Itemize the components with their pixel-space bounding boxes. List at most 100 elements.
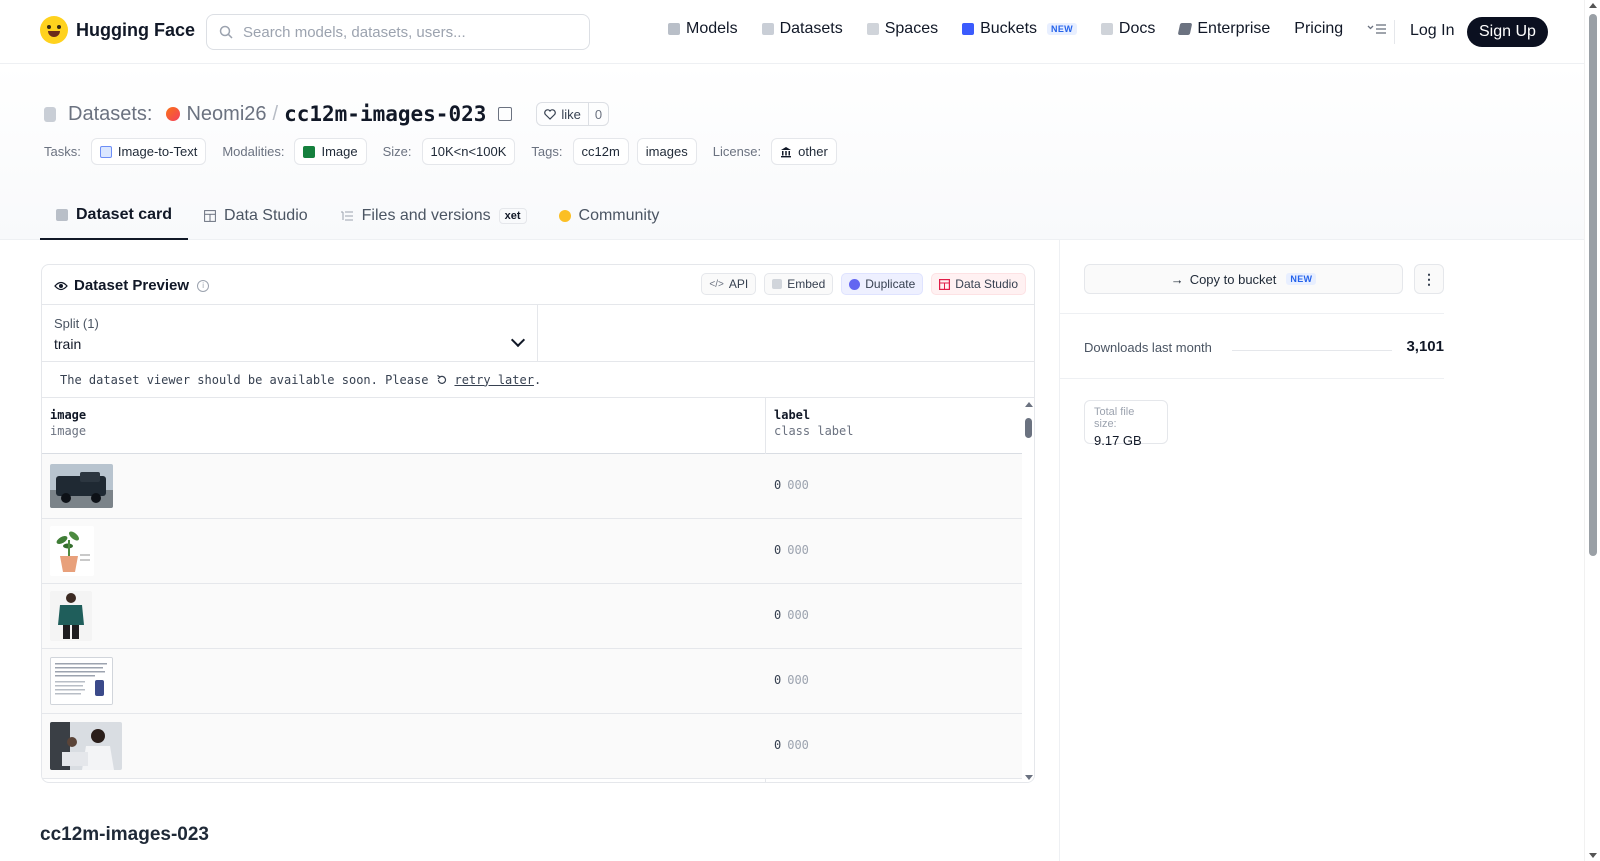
viewer-notice: The dataset viewer should be available s… (42, 362, 1034, 398)
label-id: 0 (774, 738, 782, 752)
tags-label: Tags: (531, 144, 563, 159)
row-thumbnail[interactable] (50, 722, 122, 770)
login-link[interactable]: Log In (1410, 22, 1454, 40)
table-row[interactable]: 0 000 (42, 714, 1022, 779)
tab-data-studio-label: Data Studio (224, 207, 308, 224)
nav-buckets-label: Buckets (980, 20, 1038, 37)
notice-end: . (533, 372, 542, 387)
api-button[interactable]: </> API (701, 273, 757, 295)
search-icon (219, 25, 233, 39)
nav-docs[interactable]: Docs (1100, 20, 1155, 38)
task-chip[interactable]: Image-to-Text (90, 138, 207, 165)
nav-pricing[interactable]: Pricing (1294, 20, 1343, 38)
copy-to-bucket-button[interactable]: → Copy to bucket NEW (1084, 264, 1403, 294)
tag-chip-cc12m[interactable]: cc12m (572, 138, 629, 165)
table-icon (204, 210, 216, 222)
nav-models[interactable]: Models (668, 20, 738, 38)
window-scroll-up-icon[interactable] (1589, 3, 1597, 8)
tab-community[interactable]: Community (543, 192, 676, 240)
bank-icon (781, 146, 792, 157)
nav-enterprise[interactable]: Enterprise (1178, 20, 1270, 38)
row-thumbnail[interactable] (50, 526, 94, 576)
eye-icon (54, 281, 68, 290)
menu-icon (1367, 24, 1387, 34)
duplicate-button[interactable]: Duplicate (841, 273, 924, 295)
table-row[interactable]: 0 000 (42, 519, 1022, 584)
window-scroll-down-icon[interactable] (1589, 853, 1597, 858)
scroll-down-icon[interactable] (1025, 775, 1033, 780)
total-size-label: Total file size: (1094, 406, 1135, 430)
row-thumbnail[interactable] (50, 591, 92, 641)
table-row[interactable]: 0 000 (42, 584, 1022, 649)
tag-chip-images[interactable]: images (636, 138, 697, 165)
datasets-icon (761, 23, 774, 35)
tab-dataset-card[interactable]: Dataset card (40, 192, 189, 240)
license-chip[interactable]: other (771, 138, 837, 165)
nav-datasets[interactable]: Datasets (761, 20, 843, 38)
new-badge: NEW (1286, 273, 1317, 285)
nav-spaces[interactable]: Spaces (866, 20, 938, 38)
enterprise-icon (1178, 23, 1193, 35)
arrow-right-icon: → (1170, 271, 1184, 287)
size-chip[interactable]: 10K<n<100K (421, 138, 516, 165)
downloads-label: Downloads last month (1084, 340, 1212, 355)
nav-models-label: Models (686, 20, 738, 37)
new-badge: NEW (1047, 23, 1077, 35)
repo-type-link[interactable]: Datasets: (68, 103, 152, 126)
nav-datasets-label: Datasets (779, 20, 843, 37)
top-nav: Hugging Face Models Datasets Spaces Buck… (0, 0, 1584, 64)
info-icon[interactable]: i (197, 279, 210, 292)
repo-tabs: Dataset card Data Studio Files and versi… (40, 192, 675, 240)
search-input[interactable] (243, 23, 563, 41)
code-icon: </> (709, 278, 724, 290)
table-scrollbar[interactable] (1022, 398, 1034, 782)
table-row[interactable]: 0 000 (42, 454, 1022, 519)
license-label: License: (712, 144, 762, 159)
split-select[interactable]: Split (1) train (42, 305, 538, 362)
search-box[interactable] (206, 14, 590, 50)
table-row[interactable]: 0 000 (42, 649, 1022, 714)
modality-chip[interactable]: Image (294, 138, 367, 165)
repo-name[interactable]: cc12m-images-023 (284, 102, 486, 126)
document-thumbnail-icon (51, 658, 112, 704)
tasks-label: Tasks: (44, 144, 81, 159)
signup-button[interactable]: Sign Up (1467, 17, 1548, 47)
embed-button[interactable]: Embed (764, 273, 834, 295)
hugging-face-logo-icon (40, 16, 68, 44)
docs-icon (1100, 23, 1113, 35)
table-scroll-thumb[interactable] (1025, 418, 1032, 438)
nav-buckets[interactable]: Buckets NEW (962, 20, 1077, 38)
scroll-up-icon[interactable] (1025, 402, 1033, 407)
label-id: 0 (774, 608, 782, 622)
tab-data-studio[interactable]: Data Studio (188, 192, 324, 240)
copy-icon[interactable] (498, 107, 513, 121)
row-thumbnail[interactable] (50, 464, 113, 508)
nav-more-menu[interactable] (1367, 22, 1387, 36)
repo-header: Datasets: Neomi26 / cc12m-images-023 lik… (0, 64, 1584, 240)
row-thumbnail[interactable] (50, 657, 113, 705)
retry-link[interactable]: retry later (454, 373, 533, 387)
table-body: 0 000 0 000 0 000 0 000 0 000 (42, 454, 1022, 779)
like-button[interactable]: like 0 (536, 102, 610, 126)
dataset-icon (44, 106, 56, 122)
split-filler (538, 305, 1034, 362)
more-options-button[interactable]: ⋮ (1414, 264, 1444, 294)
chevron-down-icon (510, 332, 526, 348)
data-studio-button[interactable]: Data Studio (931, 273, 1026, 295)
row-label: 0 000 (774, 543, 809, 557)
table-header: image image label class label (42, 398, 1022, 454)
column-header-label[interactable]: label class label (774, 408, 853, 438)
label-name: 000 (787, 673, 809, 687)
brand-logo[interactable]: Hugging Face (40, 16, 195, 44)
embed-label: Embed (787, 277, 826, 291)
column-header-image[interactable]: image image (50, 408, 86, 438)
owner-link[interactable]: Neomi26 (186, 103, 266, 126)
preview-actions: </> API Embed Duplicate Data Studio (701, 273, 1026, 295)
split-value: train (54, 336, 82, 352)
tab-files[interactable]: Files and versions xet (324, 192, 543, 240)
window-scrollbar[interactable] (1584, 0, 1600, 861)
nav-pricing-label: Pricing (1294, 20, 1344, 37)
window-scroll-thumb[interactable] (1589, 14, 1597, 556)
people-thumbnail-icon (50, 722, 122, 770)
size-label: Size: (382, 144, 412, 159)
